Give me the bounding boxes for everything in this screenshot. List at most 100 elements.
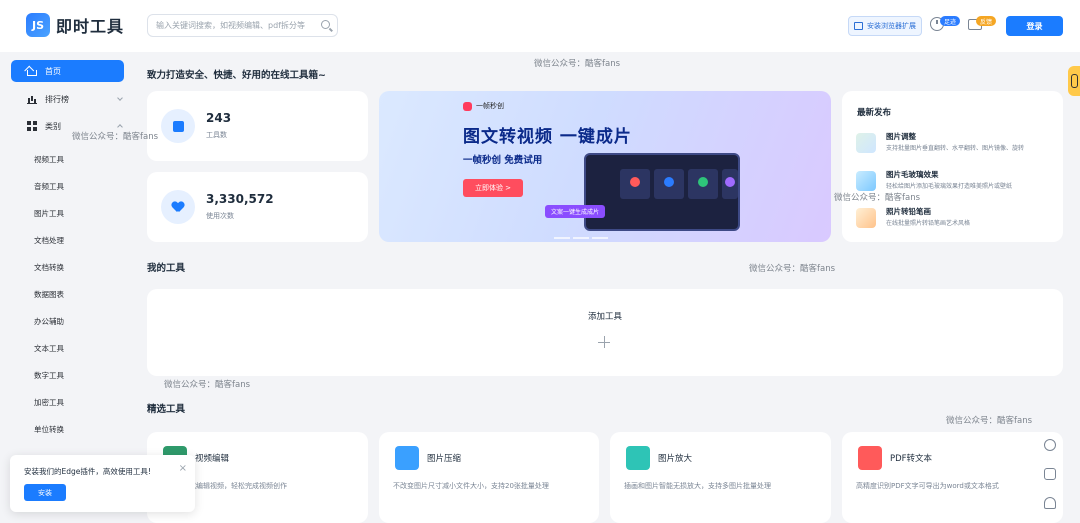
- sidebar-item-label: 类别: [45, 121, 61, 131]
- chevron-up-icon: [117, 124, 123, 130]
- usage-count-label: 使用次数: [206, 212, 234, 220]
- sidebar-sub-item[interactable]: 图片工具: [34, 208, 64, 219]
- tool-name: 视频编辑: [195, 454, 230, 464]
- sidebar-item-label: 首页: [45, 66, 61, 76]
- history-badge[interactable]: 足迹: [940, 16, 961, 26]
- sidebar-item-rank[interactable]: 排行榜: [11, 88, 124, 110]
- search-input[interactable]: [156, 21, 316, 30]
- search-icon[interactable]: [321, 20, 330, 29]
- tool-card-image-compress[interactable]: 图片压缩 不改变图片尺寸减小文件大小，支持20张批量处理: [379, 432, 599, 523]
- floating-toolbar: [1035, 430, 1065, 518]
- banner-tile: [688, 169, 718, 199]
- latest-item[interactable]: 照片转铅笔画 在线批量照片转铅笔画艺术风格: [856, 206, 1061, 232]
- sidebar-sub-item[interactable]: 文档转换: [34, 262, 64, 273]
- latest-item-name: 图片毛玻璃效果: [886, 170, 939, 179]
- install-button[interactable]: 安装: [24, 484, 66, 501]
- banner-screen-illustration: [584, 153, 740, 231]
- heart-icon: [161, 190, 195, 224]
- banner-pagination[interactable]: [554, 232, 614, 239]
- ranking-icon: [27, 94, 37, 104]
- tool-count-label: 工具数: [206, 131, 227, 139]
- home-icon: [27, 70, 37, 76]
- page-slogan: 致力打造安全、快捷、好用的在线工具箱~: [147, 70, 326, 81]
- side-pull-tab-icon[interactable]: [1068, 66, 1080, 96]
- watermark-text: 微信公众号：酷客fans: [72, 132, 159, 142]
- logo-text: 即时工具: [56, 17, 125, 36]
- tool-desc: 不改变图片尺寸减小文件大小，支持20张批量处理: [393, 482, 549, 490]
- banner-tag: 文案一键生成成片: [545, 205, 606, 218]
- my-tools-panel[interactable]: 添加工具: [147, 289, 1063, 376]
- tool-count-card: 243 工具数: [147, 91, 368, 161]
- banner-tile: [654, 169, 684, 199]
- install-extension-label: 安装浏览器扩展: [867, 22, 916, 30]
- customer-service-icon[interactable]: [1044, 439, 1056, 451]
- sidebar-sub-item[interactable]: 数据图表: [34, 289, 64, 300]
- tool-desc: 插画和图片智能无损放大，支持多图片批量处理: [624, 482, 771, 490]
- pdf-ocr-icon: [858, 446, 882, 470]
- watermark-text: 微信公众号：酷客fans: [749, 264, 836, 274]
- my-tools-title: 我的工具: [147, 263, 186, 274]
- tool-name: PDF转文本: [890, 454, 933, 464]
- toolbox-icon: [161, 109, 195, 143]
- chevron-down-icon: [117, 95, 123, 101]
- watermark-text: 微信公众号：酷客fans: [164, 380, 251, 390]
- logo-mark-icon: JS: [26, 13, 50, 37]
- banner-headline: 图文转视频 一键成片: [463, 127, 632, 147]
- latest-item-name: 照片转铅笔画: [886, 207, 931, 216]
- banner-tile: [620, 169, 650, 199]
- sidebar-sub-item[interactable]: 办公辅助: [34, 316, 64, 327]
- install-extension-button[interactable]: 安装浏览器扩展: [848, 16, 922, 36]
- notification-bell-icon[interactable]: [1044, 497, 1056, 509]
- toast-message: 安装我们的Edge插件，高效使用工具!: [24, 467, 151, 476]
- banner-cta-button[interactable]: 立即体验 >: [463, 179, 523, 197]
- site-logo[interactable]: JS 即时工具: [26, 13, 124, 37]
- add-tool-plus-icon[interactable]: [598, 336, 610, 348]
- tool-name: 图片压缩: [427, 454, 462, 464]
- search-box[interactable]: [147, 14, 338, 37]
- sidebar-sub-item[interactable]: 文本工具: [34, 343, 64, 354]
- watermark-text: 微信公众号：酷客fans: [834, 193, 921, 203]
- latest-item-desc: 支持批量图片垂直翻转、水平翻转、图片镜像、旋转: [886, 145, 1025, 152]
- wechat-icon[interactable]: [1044, 468, 1056, 480]
- feedback-badge[interactable]: 反馈: [976, 16, 997, 26]
- usage-count-value: 3,330,572: [206, 192, 274, 206]
- watermark-text: 微信公众号：酷客fans: [946, 416, 1033, 426]
- sidebar-sub-item[interactable]: 数字工具: [34, 370, 64, 381]
- sidebar-item-home[interactable]: 首页: [11, 60, 124, 82]
- banner-brand-label: 一帧秒创: [476, 102, 504, 110]
- close-icon[interactable]: ×: [179, 463, 187, 474]
- add-tool-label: 添加工具: [587, 312, 622, 322]
- latest-item-desc: 在线批量照片转铅笔画艺术风格: [886, 220, 971, 227]
- edge-extension-toast: 安装我们的Edge插件，高效使用工具! × 安装: [10, 455, 195, 512]
- banner-brand: 一帧秒创: [463, 101, 504, 111]
- sidebar-sub-item[interactable]: 视频工具: [34, 154, 64, 165]
- grid-icon: [27, 121, 37, 131]
- image-adjust-icon: [856, 133, 876, 153]
- brand-logo-icon: [463, 101, 472, 111]
- frosted-glass-icon: [856, 171, 876, 191]
- pencil-sketch-icon: [856, 208, 876, 228]
- tool-name: 图片放大: [658, 454, 693, 464]
- sidebar-sub-item[interactable]: 音频工具: [34, 181, 64, 192]
- browser-icon: [854, 22, 863, 30]
- image-upscale-icon: [626, 446, 650, 470]
- latest-release-title: 最新发布: [857, 108, 892, 118]
- sidebar-sub-item[interactable]: 单位转换: [34, 424, 64, 435]
- tool-desc: 高精度识别PDF文字可导出为word或文本格式: [856, 482, 999, 490]
- login-button[interactable]: 登录: [1006, 16, 1063, 36]
- tool-card-pdf-to-text[interactable]: PDF转文本 高精度识别PDF文字可导出为word或文本格式: [842, 432, 1063, 523]
- usage-count-card: 3,330,572 使用次数: [147, 172, 368, 242]
- latest-item-desc: 轻松给图片添加毛玻璃效果打造唯美照片或壁纸: [886, 183, 1013, 190]
- image-compress-icon: [395, 446, 419, 470]
- sidebar-sub-item[interactable]: 加密工具: [34, 397, 64, 408]
- featured-tools-title: 精选工具: [147, 404, 186, 415]
- latest-item-name: 图片调整: [886, 132, 916, 141]
- latest-item[interactable]: 图片调整 支持批量图片垂直翻转、水平翻转、图片镜像、旋转: [856, 131, 1061, 157]
- latest-release-card: 最新发布 图片调整 支持批量图片垂直翻转、水平翻转、图片镜像、旋转 图片毛玻璃效…: [842, 91, 1063, 242]
- sidebar-item-label: 排行榜: [45, 94, 69, 104]
- tool-card-image-upscale[interactable]: 图片放大 插画和图片智能无损放大，支持多图片批量处理: [610, 432, 831, 523]
- promo-banner[interactable]: 一帧秒创 图文转视频 一键成片 一帧秒创 免费试用 立即体验 > 文案一键生成成…: [379, 91, 831, 242]
- watermark-text: 微信公众号：酷客fans: [534, 59, 621, 69]
- top-header: JS 即时工具 安装浏览器扩展 足迹 反馈 登录: [0, 0, 1080, 52]
- sidebar-sub-item[interactable]: 文档处理: [34, 235, 64, 246]
